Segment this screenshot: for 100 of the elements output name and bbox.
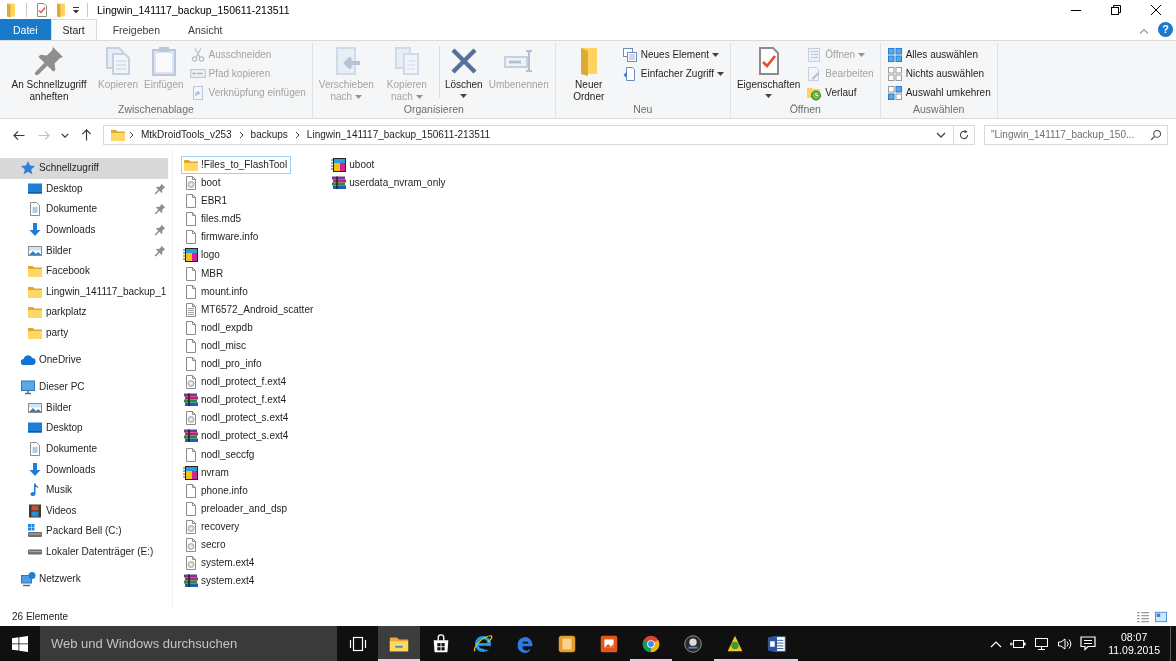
nav-item[interactable]: Bilder (0, 397, 172, 419)
nav-item[interactable]: Dokumente (0, 438, 172, 460)
nav-item[interactable]: Bilder (0, 240, 172, 261)
app-icon (183, 464, 199, 481)
up-arrow-icon (80, 129, 92, 141)
mixed-grid-icon (886, 84, 903, 101)
address-bar[interactable]: MtkDroidTools_v253 backups Lingwin_141117_backup_150611-213511 (103, 125, 954, 145)
disc-file-icon (183, 518, 199, 535)
nav-item[interactable]: Desktop (0, 418, 172, 439)
ribbon-button[interactable]: Verlauf (803, 83, 877, 102)
checkmark-page-icon[interactable] (34, 2, 50, 18)
file-item[interactable]: logo (181, 246, 224, 265)
file-item[interactable]: nodl_expdb (181, 318, 257, 337)
taskbar-app-button[interactable] (378, 626, 420, 661)
file-item[interactable]: recovery (181, 517, 244, 536)
file-item[interactable]: secro (181, 535, 230, 554)
nav-item[interactable]: Downloads (0, 219, 172, 241)
monitor-icon (1034, 636, 1050, 651)
file-item[interactable]: !Files_to_FlashTool (181, 156, 292, 174)
nav-item[interactable]: Downloads (0, 459, 172, 480)
file-item[interactable]: nodl_seccfg (181, 445, 259, 464)
file-item[interactable]: firmware.info (181, 228, 263, 247)
nav-item[interactable]: Netzwerk (0, 568, 172, 590)
chevron-icon (129, 131, 134, 139)
nav-item[interactable]: Schnellzugriff (0, 158, 168, 179)
text-file-icon (183, 301, 199, 318)
refresh-icon (958, 129, 970, 141)
dropdown-chevron-icon[interactable] (936, 132, 946, 138)
ribbon-button[interactable]: Nichts auswählen (883, 64, 994, 83)
ribbon-button[interactable]: Auswahl umkehren (883, 83, 994, 102)
search-field[interactable]: Web und Windows durchsuchen (40, 626, 337, 661)
file-item[interactable]: nodl_protect_s.ext4 (181, 427, 293, 446)
speaker-icon (1057, 636, 1073, 651)
file-icon (183, 500, 199, 517)
search-field[interactable]: "Lingwin_141117_backup_150... (984, 125, 1168, 145)
file-item[interactable]: nodl_misc (181, 336, 251, 355)
ribbon-button[interactable]: Neuer Ordner (558, 43, 619, 102)
nav-item[interactable]: Dokumente (0, 199, 172, 220)
file-item[interactable]: nodl_protect_s.ext4 (181, 409, 293, 428)
document-icon (27, 201, 43, 218)
speech-bubble-icon (1080, 636, 1097, 651)
file-item[interactable]: nodl_pro_info (181, 355, 266, 374)
file-item[interactable]: system.ext4 (181, 572, 259, 591)
ribbon-tab[interactable]: Ansicht (176, 19, 235, 40)
nav-item[interactable]: Facebook (0, 260, 172, 282)
file-item[interactable]: userdata_nvram_only (329, 174, 450, 193)
scissors-icon (189, 46, 206, 63)
nav-item[interactable]: Lingwin_141117_backup_1 (0, 281, 172, 303)
ribbon-button[interactable]: An Schnellzugriff anheften (3, 43, 95, 102)
breadcrumb[interactable]: MtkDroidTools_v253 (137, 126, 236, 144)
nav-item[interactable]: Packard Bell (C:) (0, 521, 172, 542)
breadcrumb[interactable]: Lingwin_141117_backup_150611-213511 (302, 126, 495, 144)
round-logo-icon (682, 632, 704, 655)
nav-item[interactable]: OneDrive (0, 349, 172, 371)
file-icon (183, 229, 199, 246)
ribbon-tab[interactable]: Freigeben (100, 19, 172, 40)
ribbon-button[interactable]: Alles auswählen (883, 45, 994, 64)
e-logo-icon (472, 632, 494, 655)
nav-item[interactable]: Desktop (0, 178, 172, 200)
breadcrumb[interactable]: backups (246, 126, 292, 144)
nav-item[interactable]: Dieser PC (0, 376, 172, 398)
window-title: Lingwin_141117_backup_150611-213511 (96, 3, 290, 17)
nav-item[interactable]: party (0, 322, 172, 344)
window-page-icon (621, 46, 638, 63)
ribbon-button[interactable]: Neues Element (618, 45, 727, 64)
file-item[interactable]: system.ext4 (181, 554, 259, 573)
ribbon-button[interactable]: Einfacher Zugriff (618, 64, 727, 83)
nav-item[interactable]: Lokaler Datenträger (E:) (0, 541, 172, 563)
file-item[interactable]: files.md5 (181, 210, 245, 229)
details-view-button[interactable] (1134, 610, 1152, 623)
close-icon (1151, 5, 1161, 15)
stacked-books-icon (183, 428, 199, 445)
text-field-icon (189, 69, 206, 78)
file-item[interactable]: nodl_protect_f.ext4 (181, 373, 291, 392)
file-item[interactable]: boot (181, 174, 225, 193)
group-label: Auswählen (912, 102, 966, 117)
refresh-button[interactable] (954, 125, 975, 145)
file-item[interactable]: mount.info (181, 282, 252, 301)
nav-item[interactable]: parkplatz (0, 302, 172, 323)
group-label: Zwischenablage (116, 102, 195, 117)
help-button[interactable]: ? (1158, 22, 1173, 37)
file-item[interactable]: MT6572_Android_scatter (181, 300, 318, 319)
file-item[interactable]: uboot (329, 156, 379, 174)
file-icon (183, 211, 199, 228)
battery-plug-icon (1010, 637, 1027, 650)
ribbon-tab[interactable]: Datei (0, 19, 51, 40)
ribbon-tab[interactable]: Start (50, 19, 97, 40)
dropdown-icon[interactable] (72, 6, 80, 14)
ribbon-button[interactable]: Eigenschaften (733, 43, 804, 98)
nav-item[interactable]: Musik (0, 479, 172, 501)
file-item[interactable]: phone.info (181, 481, 252, 500)
large-icons-view-button[interactable] (1152, 610, 1170, 623)
file-item[interactable]: EBR1 (181, 192, 232, 211)
file-item[interactable]: MBR (181, 264, 228, 283)
file-item[interactable]: nodl_protect_f.ext4 (181, 391, 291, 410)
ribbon-button[interactable]: Löschen (441, 43, 486, 98)
drive-icon (27, 549, 43, 555)
file-item[interactable]: preloader_and_dsp (181, 499, 292, 518)
file-item[interactable]: nvram (181, 463, 233, 482)
nav-item[interactable]: Videos (0, 500, 172, 522)
